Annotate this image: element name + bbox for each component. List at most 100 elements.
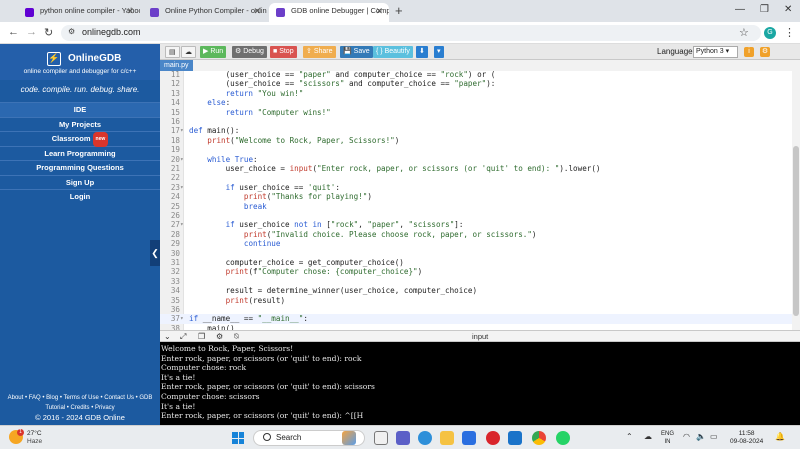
debug-button[interactable]: ⚙ Debug	[232, 46, 267, 58]
profile-avatar[interactable]: G	[764, 27, 776, 39]
code-line[interactable]: 34 result = determine_winner(user_choice…	[160, 286, 792, 295]
browser-tab-yahoo[interactable]: python online compiler - Yahoo ✕	[18, 3, 140, 22]
code-editor[interactable]: 11 (user_choice == "paper" and computer_…	[160, 71, 792, 330]
windows-start-icon[interactable]	[232, 432, 244, 444]
code-line[interactable]: 26	[160, 211, 792, 220]
settings-gear-icon[interactable]: ⚙	[216, 332, 223, 341]
system-clock[interactable]: 11:58 09-08-2024	[730, 430, 763, 446]
code-line[interactable]: 36	[160, 305, 792, 314]
code-line[interactable]: 24 print("Thanks for playing!")	[160, 192, 792, 201]
file-explorer-icon[interactable]	[440, 431, 454, 445]
code-line[interactable]: 37 ▾ if __name__ == "__main__":	[160, 314, 792, 324]
fold-chevron-icon[interactable]: ▾	[180, 183, 184, 192]
editor-scrollbar-thumb[interactable]	[793, 146, 799, 316]
code-line[interactable]: 11 (user_choice == "paper" and computer_…	[160, 71, 792, 79]
code-line[interactable]: 27 ▾ if user_choice not in ["rock", "pape…	[160, 220, 792, 229]
sidebar-item-my-projects[interactable]: My Projects	[0, 116, 160, 132]
sidebar-item-classroom[interactable]: Classroom new	[0, 131, 160, 147]
minimize-icon[interactable]: —	[735, 4, 745, 15]
code-line[interactable]: 29 continue	[160, 239, 792, 248]
code-line[interactable]: 17 ▾ def main():	[160, 126, 792, 135]
footer-links-line1[interactable]: About • FAQ • Blog • Terms of Use • Cont…	[0, 393, 160, 403]
task-view-icon[interactable]	[374, 431, 388, 445]
code-line[interactable]: 32 print(f"Computer chose: {computer_cho…	[160, 267, 792, 276]
back-icon[interactable]: ←	[8, 26, 19, 38]
code-line[interactable]: 20 ▾ while True:	[160, 155, 792, 164]
file-tab-main-py[interactable]: main.py	[160, 60, 193, 71]
fold-chevron-icon[interactable]: ▾	[180, 314, 184, 323]
browser-tab-gdb[interactable]: GDB online Debugger | Compi ✕	[269, 3, 389, 22]
download-dropdown-chevron-icon[interactable]: ▾	[434, 46, 444, 58]
code-line[interactable]: 14 else:	[160, 98, 792, 107]
code-line[interactable]: 19	[160, 145, 792, 154]
code-line[interactable]: 18 print("Welcome to Rock, Paper, Scisso…	[160, 136, 792, 145]
site-info-icon[interactable]: ⚙	[68, 27, 75, 36]
code-line[interactable]: 21 user_choice = input("Enter rock, pape…	[160, 164, 792, 173]
weather-desc[interactable]: Haze	[27, 438, 42, 445]
browser-tab-online-python[interactable]: Online Python Compiler - online ✕	[143, 3, 267, 22]
new-file-icon[interactable]: ▤	[165, 46, 180, 58]
battery-icon[interactable]: ▭	[710, 432, 718, 441]
download-button[interactable]: ⬇	[416, 46, 428, 58]
wifi-icon[interactable]: ◠	[683, 432, 690, 441]
code-line[interactable]: 35 print(result)	[160, 296, 792, 305]
settings-gear-icon[interactable]: ⚙	[760, 47, 770, 57]
code-line[interactable]: 31 computer_choice = get_computer_choice…	[160, 258, 792, 267]
beautify-button[interactable]: { } Beautify	[373, 46, 413, 58]
sidebar-item-login[interactable]: Login	[0, 189, 160, 204]
copy-icon[interactable]: ❐	[198, 332, 205, 341]
code-line[interactable]: 22	[160, 173, 792, 182]
code-line[interactable]: 12 (user_choice == "scissors" and comput…	[160, 79, 792, 88]
fold-chevron-icon[interactable]: ▾	[180, 220, 184, 229]
close-icon[interactable]: ✕	[375, 6, 383, 17]
opera-icon[interactable]	[486, 431, 500, 445]
reload-icon[interactable]: ↻	[44, 26, 53, 39]
url-field[interactable]	[61, 25, 761, 41]
cloud-icon[interactable]: ☁	[644, 432, 652, 441]
brand-header[interactable]: ⚡ OnlineGDB online compiler and debugger…	[0, 44, 160, 80]
tray-chevron-up-icon[interactable]: ⌃	[626, 432, 633, 441]
new-tab-icon[interactable]: +	[395, 3, 403, 18]
code-line[interactable]: 30	[160, 249, 792, 258]
footer-links-line2[interactable]: Tutorial • Credits • Privacy	[0, 403, 160, 413]
language-select[interactable]: Python 3 ▾	[693, 46, 738, 58]
code-line[interactable]: 28 print("Invalid choice. Please choose …	[160, 230, 792, 239]
chrome-icon[interactable]	[532, 431, 546, 445]
store-icon[interactable]	[462, 431, 476, 445]
code-line[interactable]: 25 break	[160, 202, 792, 211]
volume-icon[interactable]: 🔈	[696, 432, 706, 441]
whatsapp-icon[interactable]	[556, 431, 570, 445]
weather-temp[interactable]: 27°C	[27, 430, 42, 437]
browser-menu-icon[interactable]: ⋮	[784, 26, 795, 39]
code-line[interactable]: 15 return "Computer wins!"	[160, 108, 792, 117]
share-button[interactable]: ⇪ Share	[303, 46, 336, 58]
clear-icon[interactable]: ⍉	[234, 332, 239, 342]
stop-button[interactable]: ■ Stop	[270, 46, 297, 58]
code-line[interactable]: 33	[160, 277, 792, 286]
bookmark-star-icon[interactable]: ☆	[739, 26, 749, 39]
close-icon[interactable]: ✕	[126, 6, 134, 17]
teams-icon[interactable]	[396, 431, 410, 445]
code-line[interactable]: 16	[160, 117, 792, 126]
url-text[interactable]: onlinegdb.com	[82, 27, 141, 37]
mail-icon[interactable]	[508, 431, 522, 445]
code-line[interactable]: 13 return "You win!"	[160, 89, 792, 98]
editor-scrollbar[interactable]	[792, 71, 800, 330]
edge-icon[interactable]	[418, 431, 432, 445]
notification-bell-icon[interactable]: 🔔	[775, 432, 785, 441]
fold-chevron-icon[interactable]: ▾	[180, 126, 184, 135]
run-button[interactable]: ▶ Run	[200, 46, 227, 58]
search-highlight-icon[interactable]	[342, 431, 356, 445]
sidebar-collapse-chevron-icon[interactable]: ❮	[150, 240, 160, 266]
sidebar-item-ide[interactable]: IDE	[0, 102, 160, 117]
sidebar-item-sign-up[interactable]: Sign Up	[0, 174, 160, 190]
save-button[interactable]: 💾 Save	[340, 46, 373, 58]
output-console[interactable]: Welcome to Rock, Paper, Scissors! Enter r…	[160, 342, 800, 425]
input-language[interactable]: ENG IN	[661, 430, 674, 446]
code-line[interactable]: 23 ▾ if user_choice == 'quit':	[160, 183, 792, 192]
window-close-icon[interactable]: ✕	[784, 4, 792, 15]
info-icon[interactable]: i	[744, 47, 754, 57]
expand-icon[interactable]: ⤢	[180, 332, 186, 342]
sidebar-item-learn-programming[interactable]: Learn Programming	[0, 145, 160, 161]
close-icon[interactable]: ✕	[253, 6, 261, 17]
